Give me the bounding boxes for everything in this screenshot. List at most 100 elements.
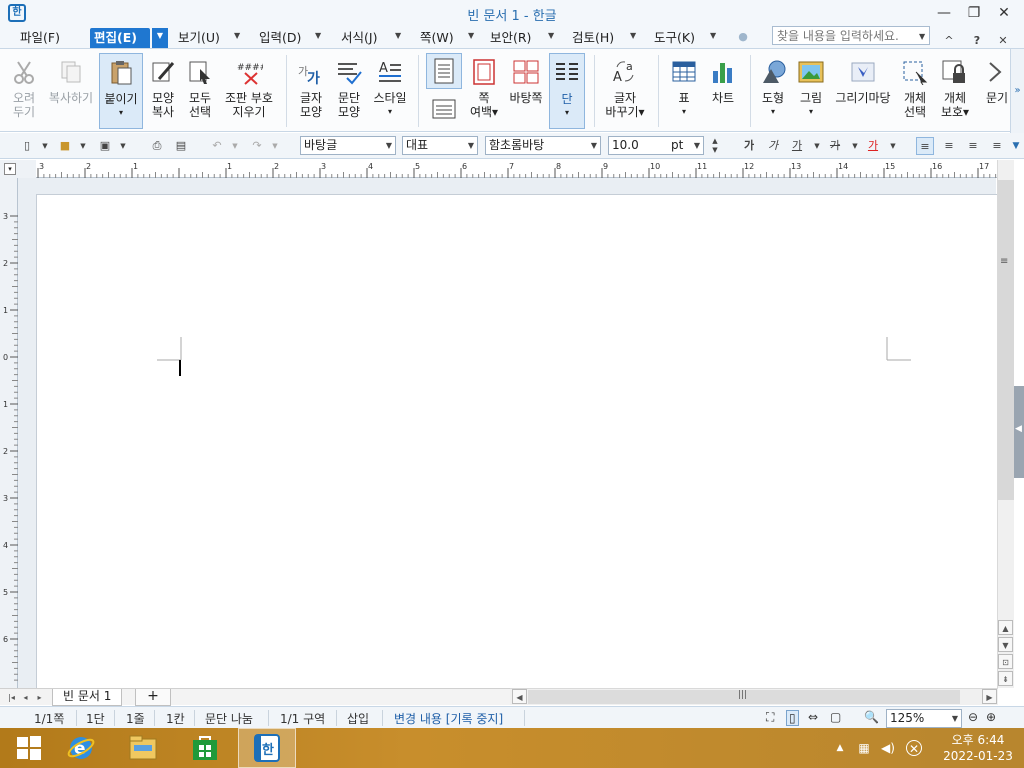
cut-button[interactable]: 오려 두기 [6, 53, 42, 129]
underline-dropdown-icon[interactable]: ▼ [808, 137, 826, 155]
object-select-button[interactable]: 개체 선택 [898, 53, 932, 129]
font-color-button[interactable]: 가 [864, 137, 882, 155]
page-view-icon[interactable]: ▯ [786, 710, 799, 726]
style-button[interactable]: A 스타일 ▾ [370, 53, 410, 129]
strikethrough-button[interactable]: 가 [826, 137, 844, 155]
status-col[interactable]: 1칸 [166, 710, 185, 727]
menu-tools[interactable]: 도구(K) [650, 28, 699, 48]
taskbar-store[interactable] [176, 728, 234, 768]
menu-page-dropdown-icon[interactable]: ▼ [468, 31, 474, 40]
shape-button[interactable]: 도형 ▾ [756, 53, 790, 129]
print-icon[interactable]: ⎙ [148, 137, 166, 155]
doc-tab[interactable]: 빈 문서 1 [52, 689, 123, 706]
volume-icon[interactable]: ◀) [880, 740, 896, 756]
open-dropdown-icon[interactable]: ▼ [74, 137, 92, 155]
network-icon[interactable]: ▦ [856, 740, 872, 756]
tray-expand-icon[interactable]: ▲ [832, 740, 848, 756]
next-page-icon[interactable]: ⇟ [998, 671, 1013, 686]
scroll-down-icon[interactable]: ▼ [998, 637, 1013, 652]
char-shape-button[interactable]: 가가 글자 모양 [294, 53, 328, 129]
status-track-changes[interactable]: 변경 내용 [기록 중지] [394, 710, 503, 727]
bold-button[interactable]: 가 [740, 137, 758, 155]
add-tab-button[interactable]: + [135, 689, 171, 706]
clear-codes-button[interactable]: #### 조판 부호 지우기 [221, 53, 277, 129]
tab-prev-icon[interactable]: ◂ [18, 690, 33, 705]
preview-icon[interactable]: ▤ [172, 137, 190, 155]
fullscreen-view-icon[interactable]: ⛶ [766, 710, 774, 725]
truncated-ribbon-button[interactable]: 문기 [984, 53, 1010, 129]
ruler-corner[interactable]: ▾ [0, 160, 36, 178]
action-center-icon[interactable]: ✕ [906, 740, 922, 756]
menu-page[interactable]: 쪽(W) [416, 28, 458, 48]
zoom-out-icon[interactable]: ⊖ [968, 710, 978, 724]
search-dropdown-icon[interactable]: ▼ [919, 32, 925, 41]
document-page[interactable] [36, 194, 998, 688]
align-justify-icon[interactable]: ≡ [916, 137, 934, 155]
select-all-button[interactable]: 모두 선택 [183, 53, 217, 129]
menu-security-dropdown-icon[interactable]: ▼ [548, 31, 554, 40]
menu-security[interactable]: 보안(R) [486, 28, 535, 48]
status-para-break[interactable]: 문단 나눔 [205, 710, 253, 727]
status-page[interactable]: 1/1쪽 [34, 710, 64, 727]
line-view-button[interactable] [426, 95, 462, 125]
undo-dropdown-icon[interactable]: ▼ [226, 137, 244, 155]
status-column[interactable]: 1단 [86, 710, 105, 727]
paste-button[interactable]: 붙이기 ▾ [99, 53, 143, 129]
page-view-button[interactable] [426, 53, 462, 89]
prev-page-icon[interactable]: ⊡ [998, 654, 1013, 669]
redo-icon[interactable]: ↷ [248, 137, 266, 155]
restore-button[interactable]: ❐ [960, 3, 988, 23]
italic-button[interactable]: 가 [764, 137, 782, 155]
vertical-ruler[interactable]: 3 2 1 0 1 2 3 4 5 6 [0, 178, 18, 688]
status-section[interactable]: 1/1 구역 [280, 710, 325, 727]
search-input[interactable]: 찾을 내용을 입력하세요. [772, 26, 930, 45]
master-page-button[interactable]: 바탕쪽 [505, 53, 547, 129]
language-select[interactable]: 대표 ▼ [402, 136, 478, 155]
align-center-icon[interactable]: ≡ [964, 137, 982, 155]
menu-review-dropdown-icon[interactable]: ▼ [630, 31, 636, 40]
h-scrollbar-thumb[interactable]: ||| [528, 690, 960, 704]
scrollbar-thumb[interactable] [998, 180, 1014, 500]
zoom-select[interactable]: 125% ▼ [886, 709, 962, 728]
undo-icon[interactable]: ↶ [208, 137, 226, 155]
drawing-gallery-button[interactable]: 그리기마당 [832, 53, 894, 129]
side-panel-toggle[interactable]: ◀ [1014, 386, 1024, 478]
menu-format[interactable]: 서식(J) [337, 28, 381, 48]
horizontal-ruler[interactable]: 3 2 1 1 2 3 4 5 6 7 8 9 10 11 12 13 14 15 16 17 [36, 160, 1020, 178]
scroll-up-icon[interactable]: ▲ [998, 620, 1013, 635]
tab-next-icon[interactable]: ▸ [32, 690, 47, 705]
horizontal-scrollbar[interactable]: ◀ ||| ▶ [510, 688, 998, 705]
zoom-in-icon[interactable]: ⊕ [986, 710, 996, 724]
format-copy-button[interactable]: 모양 복사 [146, 53, 180, 129]
two-page-view-icon[interactable]: ⇔ [808, 710, 818, 724]
taskbar-explorer[interactable] [114, 728, 172, 768]
zoom-icon[interactable]: 🔍 [864, 710, 879, 724]
chart-button[interactable]: 차트 [705, 53, 741, 129]
new-doc-dropdown-icon[interactable]: ▼ [36, 137, 54, 155]
table-button[interactable]: 표 ▾ [666, 53, 702, 129]
char-replace-button[interactable]: Aa 글자 바꾸기▾ [602, 53, 648, 129]
tab-type-icon[interactable]: ▾ [4, 163, 16, 175]
close-button[interactable]: ✕ [990, 3, 1018, 23]
save-icon[interactable]: ▣ [96, 137, 114, 155]
para-shape-button[interactable]: 문단 모양 [332, 53, 366, 129]
vertical-scrollbar[interactable]: ≡ ▲ ▼ ⊡ ⇟ [997, 160, 1014, 688]
people-icon[interactable]: ● [734, 28, 752, 46]
menu-format-dropdown-icon[interactable]: ▼ [395, 31, 401, 40]
align-right-icon[interactable]: ≡ [988, 137, 1006, 155]
columns-button[interactable]: 단 ▾ [549, 53, 585, 129]
start-button[interactable] [0, 728, 58, 768]
font-size-select[interactable]: 10.0 pt ▼ [608, 136, 704, 155]
fit-view-icon[interactable]: ▢ [830, 710, 841, 724]
menu-view-dropdown-icon[interactable]: ▼ [234, 31, 240, 40]
menu-insert-dropdown-icon[interactable]: ▼ [315, 31, 321, 40]
system-clock[interactable]: 오후 6:44 2022-01-23 [936, 732, 1020, 764]
menu-file[interactable]: 파일(F) [16, 28, 64, 48]
minimize-button[interactable]: — [930, 3, 958, 23]
taskbar-ie[interactable]: e [52, 728, 110, 768]
menu-edit[interactable]: 편집(E) [90, 28, 150, 48]
tab-first-icon[interactable]: |◂ [4, 690, 19, 705]
new-doc-icon[interactable]: ▯ [18, 137, 36, 155]
scroll-left-icon[interactable]: ◀ [512, 689, 527, 704]
status-line[interactable]: 1줄 [126, 710, 145, 727]
